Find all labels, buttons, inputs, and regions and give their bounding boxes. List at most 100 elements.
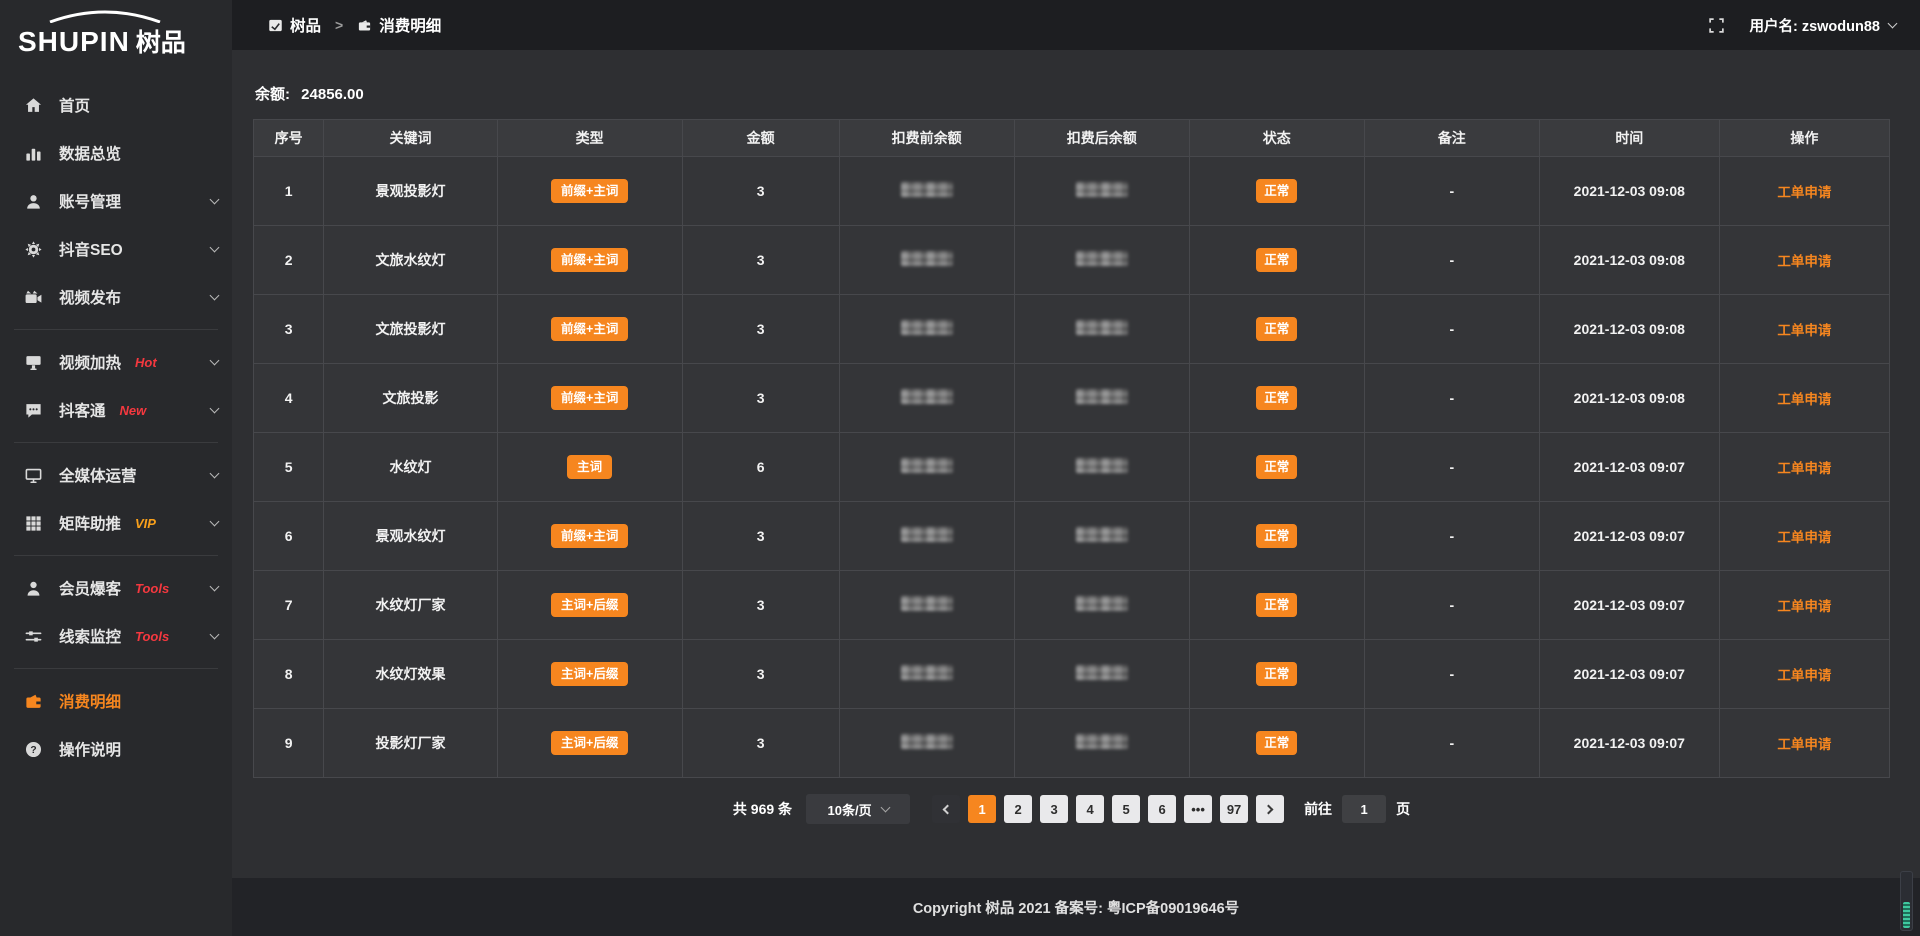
- masked-balance-before: [901, 182, 953, 197]
- sidebar-item-member-burst[interactable]: 会员爆客 Tools: [0, 564, 232, 612]
- balance: 余额: 24856.00: [255, 83, 1890, 104]
- page-size-select[interactable]: 10条/页: [806, 794, 910, 824]
- chevron-down-icon: [210, 468, 220, 478]
- sidebar-item-instructions[interactable]: ? 操作说明: [0, 725, 232, 773]
- type-badge: 前缀+主词: [551, 248, 628, 273]
- sidebar-item-lead-monitor[interactable]: 线索监控 Tools: [0, 612, 232, 660]
- wallet-icon: [24, 692, 43, 711]
- page-button-4[interactable]: 4: [1076, 795, 1104, 823]
- chevron-down-icon: [210, 403, 220, 413]
- status-badge: 正常: [1256, 593, 1297, 618]
- col-action: 操作: [1719, 120, 1889, 157]
- table-row: 3 文旅投影灯 前缀+主词 3 正常 - 2021-12-03 09:08 工单…: [254, 295, 1890, 364]
- video-camera-icon: [24, 288, 43, 307]
- work-order-link[interactable]: 工单申请: [1777, 461, 1831, 476]
- masked-balance-after: [1076, 389, 1128, 404]
- cell-index: 5: [254, 433, 324, 502]
- sidebar-item-data-overview[interactable]: 数据总览: [0, 129, 232, 177]
- cell-time: 2021-12-03 09:07: [1539, 433, 1719, 502]
- type-badge: 主词+后缀: [551, 662, 628, 687]
- page-button-3[interactable]: 3: [1040, 795, 1068, 823]
- sidebar-item-matrix-boost[interactable]: 矩阵助推 VIP: [0, 499, 232, 547]
- sidebar-item-account[interactable]: 账号管理: [0, 177, 232, 225]
- chevron-down-icon: [880, 802, 890, 812]
- sidebar-item-home[interactable]: 首页: [0, 81, 232, 129]
- question-icon: ?: [24, 740, 43, 759]
- goto-label: 前往: [1304, 799, 1332, 819]
- cell-index: 6: [254, 502, 324, 571]
- app-root: SHUPIN 树品 首页 数据总览 账号管理 抖音SEO: [0, 0, 1920, 936]
- work-order-link[interactable]: 工单申请: [1777, 323, 1831, 338]
- next-page-button[interactable]: [1256, 795, 1284, 823]
- sidebar-item-label: 视频发布: [59, 286, 121, 308]
- cell-keyword: 水纹灯效果: [324, 640, 497, 709]
- sidebar-menu: 首页 数据总览 账号管理 抖音SEO 视频发布: [0, 81, 232, 773]
- masked-balance-before: [901, 251, 953, 266]
- cell-amount: 6: [682, 433, 839, 502]
- breadcrumb-root[interactable]: 树品: [290, 14, 321, 36]
- work-order-link[interactable]: 工单申请: [1777, 530, 1831, 545]
- tools-tag: Tools: [135, 581, 169, 596]
- cell-remark: -: [1364, 433, 1539, 502]
- sidebar-item-douketong[interactable]: 抖客通 New: [0, 386, 232, 434]
- sidebar-item-label: 消费明细: [59, 690, 121, 712]
- work-order-link[interactable]: 工单申请: [1777, 737, 1831, 752]
- work-order-link[interactable]: 工单申请: [1777, 185, 1831, 200]
- wallet-icon: [357, 18, 372, 33]
- cell-amount: 3: [682, 364, 839, 433]
- sidebar-item-video-heat[interactable]: 视频加热 Hot: [0, 338, 232, 386]
- logo-latin: SHUPIN: [18, 26, 130, 58]
- type-badge: 主词+后缀: [551, 731, 628, 756]
- topbar: 树品 > 消费明细 用户名: zswodun88: [232, 0, 1920, 50]
- page-button-97[interactable]: 97: [1220, 795, 1248, 823]
- sidebar-item-douyin-seo[interactable]: 抖音SEO: [0, 225, 232, 273]
- table-row: 5 水纹灯 主词 6 正常 - 2021-12-03 09:07 工单申请: [254, 433, 1890, 502]
- col-amount: 金额: [682, 120, 839, 157]
- scrollbar-widget[interactable]: [1900, 871, 1913, 931]
- sidebar-item-consumption-detail[interactable]: 消费明细: [0, 677, 232, 725]
- page-button-6[interactable]: 6: [1148, 795, 1176, 823]
- sidebar-item-label: 首页: [59, 94, 90, 116]
- masked-balance-after: [1076, 527, 1128, 542]
- work-order-link[interactable]: 工单申请: [1777, 599, 1831, 614]
- fullscreen-icon[interactable]: [1708, 17, 1725, 34]
- page-button-1[interactable]: 1: [968, 795, 996, 823]
- work-order-link[interactable]: 工单申请: [1777, 668, 1831, 683]
- cell-keyword: 景观投影灯: [324, 157, 497, 226]
- main-area: 树品 > 消费明细 用户名: zswodun88 余额: 24856.00: [232, 0, 1920, 936]
- grid-icon: [24, 514, 43, 533]
- col-type: 类型: [497, 120, 682, 157]
- bar-chart-icon: [24, 144, 43, 163]
- prev-page-button[interactable]: [932, 795, 960, 823]
- status-badge: 正常: [1256, 524, 1297, 549]
- cell-index: 7: [254, 571, 324, 640]
- cell-time: 2021-12-03 09:07: [1539, 640, 1719, 709]
- footer: Copyright 树品 2021 备案号: 粤ICP备09019646号: [232, 878, 1920, 936]
- breadcrumb-separator: >: [335, 17, 343, 33]
- new-tag: New: [120, 403, 147, 418]
- page-button-2[interactable]: 2: [1004, 795, 1032, 823]
- masked-balance-after: [1076, 665, 1128, 680]
- cell-keyword: 水纹灯: [324, 433, 497, 502]
- status-badge: 正常: [1256, 179, 1297, 204]
- page-ellipsis-button[interactable]: •••: [1184, 795, 1212, 823]
- cell-time: 2021-12-03 09:08: [1539, 295, 1719, 364]
- cell-time: 2021-12-03 09:08: [1539, 364, 1719, 433]
- work-order-link[interactable]: 工单申请: [1777, 392, 1831, 407]
- masked-balance-before: [901, 389, 953, 404]
- cell-remark: -: [1364, 364, 1539, 433]
- table-row: 6 景观水纹灯 前缀+主词 3 正常 - 2021-12-03 09:07 工单…: [254, 502, 1890, 571]
- work-order-link[interactable]: 工单申请: [1777, 254, 1831, 269]
- page-button-5[interactable]: 5: [1112, 795, 1140, 823]
- status-badge: 正常: [1256, 662, 1297, 687]
- sidebar-item-omnimedia[interactable]: 全媒体运营: [0, 451, 232, 499]
- goto-page-input[interactable]: [1342, 795, 1386, 823]
- sidebar-item-label: 全媒体运营: [59, 464, 137, 486]
- logo-cjk: 树品: [136, 23, 186, 59]
- user-menu[interactable]: 用户名: zswodun88: [1749, 15, 1896, 36]
- sidebar-item-video-publish[interactable]: 视频发布: [0, 273, 232, 321]
- copyright-text: Copyright 树品 2021 备案号: 粤ICP备09019646号: [913, 897, 1239, 918]
- pagination: 共 969 条 10条/页 1 2 3 4 5 6 ••• 97 前往 页: [253, 794, 1890, 824]
- screen-icon: [24, 353, 43, 372]
- chevron-down-icon: [1888, 18, 1898, 28]
